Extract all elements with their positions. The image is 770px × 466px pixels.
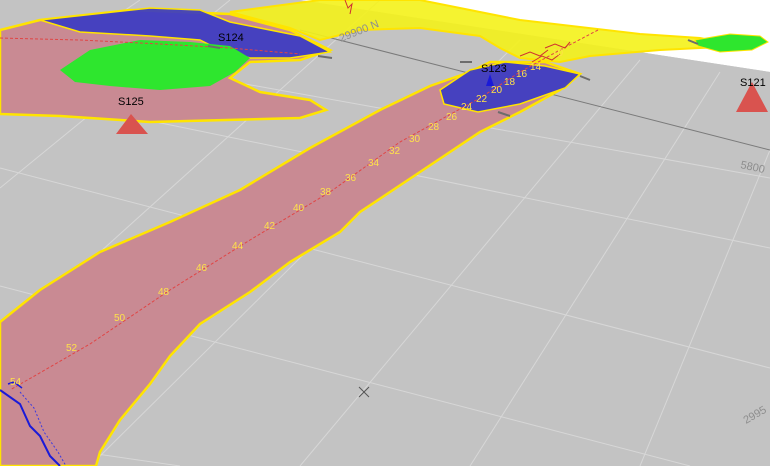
- chainage-label-30: 30: [409, 134, 421, 145]
- chainage-label-22: 22: [476, 94, 488, 105]
- chainage-label-42: 42: [264, 221, 276, 232]
- chainage-label-32: 32: [389, 146, 401, 157]
- chainage-label-46: 46: [196, 263, 208, 274]
- chainage-label-38: 38: [320, 187, 332, 198]
- chainage-label-18: 18: [504, 77, 516, 88]
- chainage-label-50: 50: [114, 313, 126, 324]
- chainage-label-26: 26: [446, 112, 458, 123]
- chainage-label-34: 34: [368, 158, 380, 169]
- station-label-s121: S121: [740, 77, 766, 89]
- chainage-label-24: 24: [461, 102, 473, 113]
- station-label-s125: S125: [118, 96, 144, 108]
- chainage-label-10: 10: [552, 48, 564, 59]
- chainage-label-52: 52: [66, 343, 78, 354]
- chainage-label-16: 16: [516, 69, 528, 80]
- chainage-label-54: 54: [10, 377, 22, 388]
- station-label-s124: S124: [218, 32, 244, 44]
- chainage-label-20: 20: [491, 85, 503, 96]
- chainage-label-36: 36: [345, 173, 357, 184]
- map-scene[interactable]: S124 S123 S125 S121 29900 N 5800 2995 10…: [0, 0, 770, 466]
- chainage-label-40: 40: [293, 203, 305, 214]
- chainage-label-48: 48: [158, 287, 170, 298]
- chainage-label-44: 44: [232, 241, 244, 252]
- station-label-s123: S123: [481, 63, 507, 75]
- chainage-label-14: 14: [530, 62, 542, 73]
- map-viewport[interactable]: S124 S123 S125 S121 29900 N 5800 2995 10…: [0, 0, 770, 466]
- chainage-label-28: 28: [428, 122, 440, 133]
